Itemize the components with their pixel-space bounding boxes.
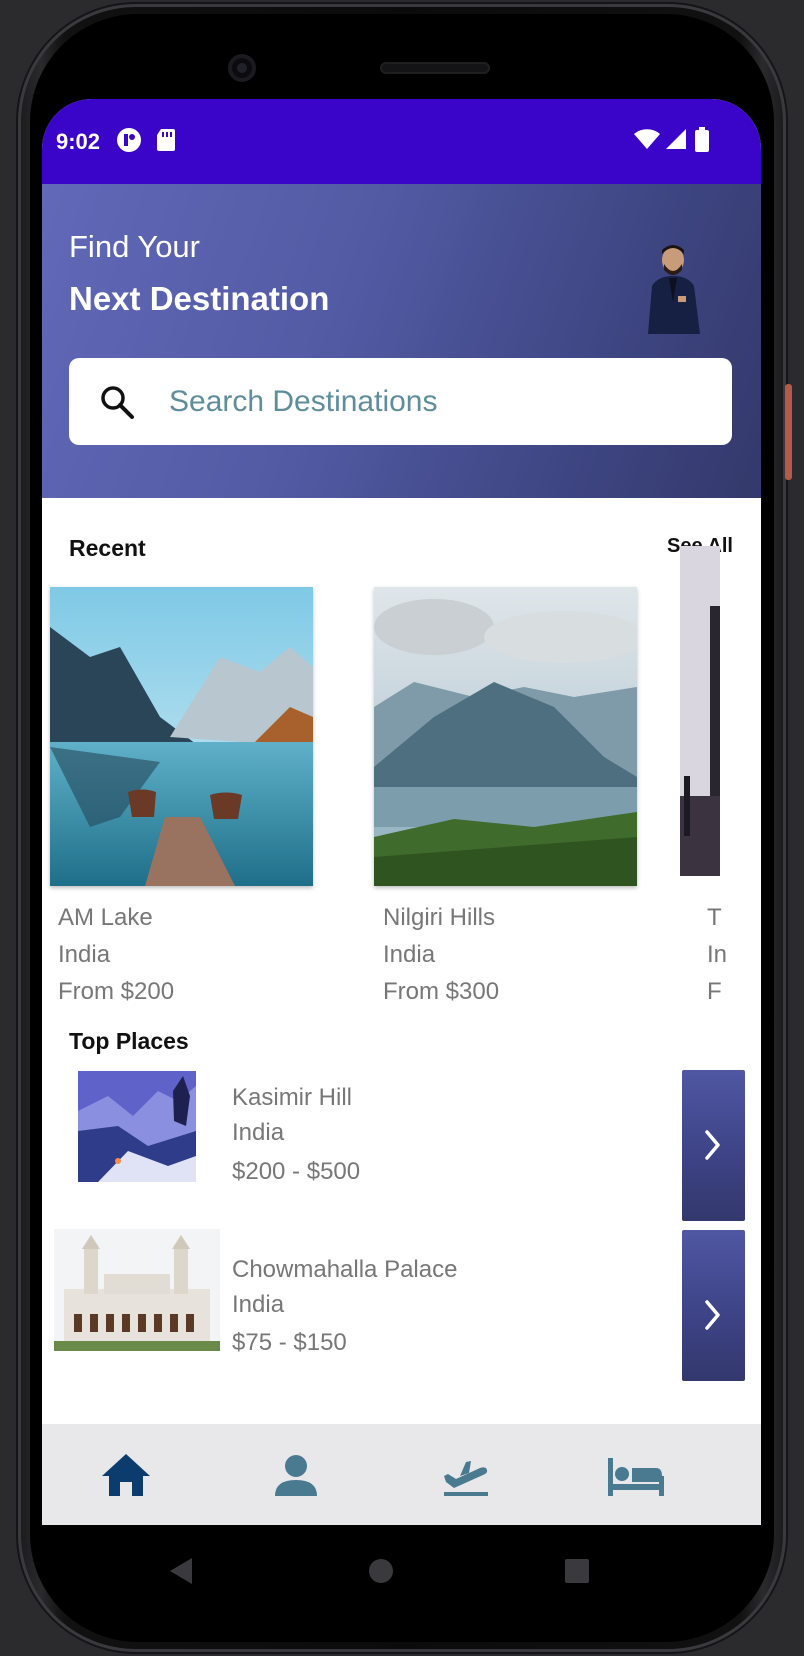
recent-card-image-partial[interactable] [680, 546, 720, 876]
recent-section-title: Recent [69, 535, 146, 561]
top-place-open-button[interactable] [682, 1070, 745, 1221]
chevron-right-icon [705, 1130, 720, 1160]
recent-card-image-am-lake[interactable] [50, 587, 313, 886]
nav-home[interactable] [96, 1446, 156, 1506]
person-icon [275, 1455, 317, 1496]
search-icon [99, 384, 135, 420]
app-screen: 9:02 Find Your Next Destination Search D… [42, 99, 761, 1525]
nav-profile[interactable] [266, 1446, 326, 1506]
search-bar[interactable] [69, 358, 732, 445]
home-circle-icon[interactable] [368, 1558, 394, 1589]
recent-card-country: India [58, 941, 111, 968]
status-time: 9:02 [56, 129, 101, 154]
recent-card-text-am-lake: AM Lake India From $200 [58, 899, 174, 1010]
recent-card-price: From $300 [383, 978, 500, 1005]
recent-card-country: In [707, 941, 728, 968]
notification-app-icon [116, 127, 142, 158]
status-bar: 9:02 [42, 99, 761, 184]
top-place-image-kasimir-hill[interactable] [78, 1071, 196, 1182]
top-place-country: India [232, 1291, 285, 1318]
recent-card-country: India [383, 941, 436, 968]
recent-card-text-partial: T In F [707, 899, 727, 1010]
recent-card-text-nilgiri-hills: Nilgiri Hills India From $300 [383, 899, 499, 1010]
header-subtitle: Find Your [69, 229, 200, 264]
earpiece-speaker [380, 62, 490, 74]
recent-card-name: T [707, 904, 722, 931]
back-icon[interactable] [168, 1556, 194, 1591]
front-camera [228, 54, 256, 82]
recent-card-name: AM Lake [58, 904, 153, 931]
power-button[interactable] [785, 384, 792, 480]
recent-card-name: Nilgiri Hills [383, 904, 495, 931]
system-navigation-bar [42, 1525, 761, 1620]
top-place-name: Chowmahalla Palace [232, 1256, 458, 1283]
home-icon [102, 1454, 150, 1496]
top-places-section-title: Top Places [69, 1028, 189, 1054]
chevron-right-icon [705, 1300, 720, 1330]
search-input[interactable] [167, 378, 691, 426]
bottom-navigation [42, 1424, 761, 1525]
flight-icon [444, 1461, 488, 1496]
hotel-icon [608, 1458, 664, 1496]
recent-card-image-nilgiri-hills[interactable] [374, 587, 637, 886]
nav-flights[interactable] [436, 1446, 496, 1506]
top-place-name: Kasimir Hill [232, 1084, 352, 1111]
wifi-icon [633, 127, 661, 156]
top-place-image-chowmahalla-palace[interactable] [54, 1229, 220, 1351]
top-place-country: India [232, 1119, 285, 1146]
header-title: Next Destination [69, 280, 330, 317]
cell-signal-icon [664, 127, 688, 156]
recents-square-icon[interactable] [564, 1558, 590, 1589]
recent-card-price: From $200 [58, 978, 175, 1005]
battery-icon [694, 127, 710, 158]
nav-hotels[interactable] [606, 1446, 666, 1506]
recent-card-price: F [707, 978, 722, 1005]
top-place-price: $75 - $150 [232, 1329, 347, 1356]
top-place-price: $200 - $500 [232, 1158, 361, 1185]
sd-card-icon [155, 127, 177, 158]
top-place-open-button[interactable] [682, 1230, 745, 1381]
avatar[interactable] [638, 242, 708, 334]
header-banner: Find Your Next Destination [42, 184, 761, 498]
